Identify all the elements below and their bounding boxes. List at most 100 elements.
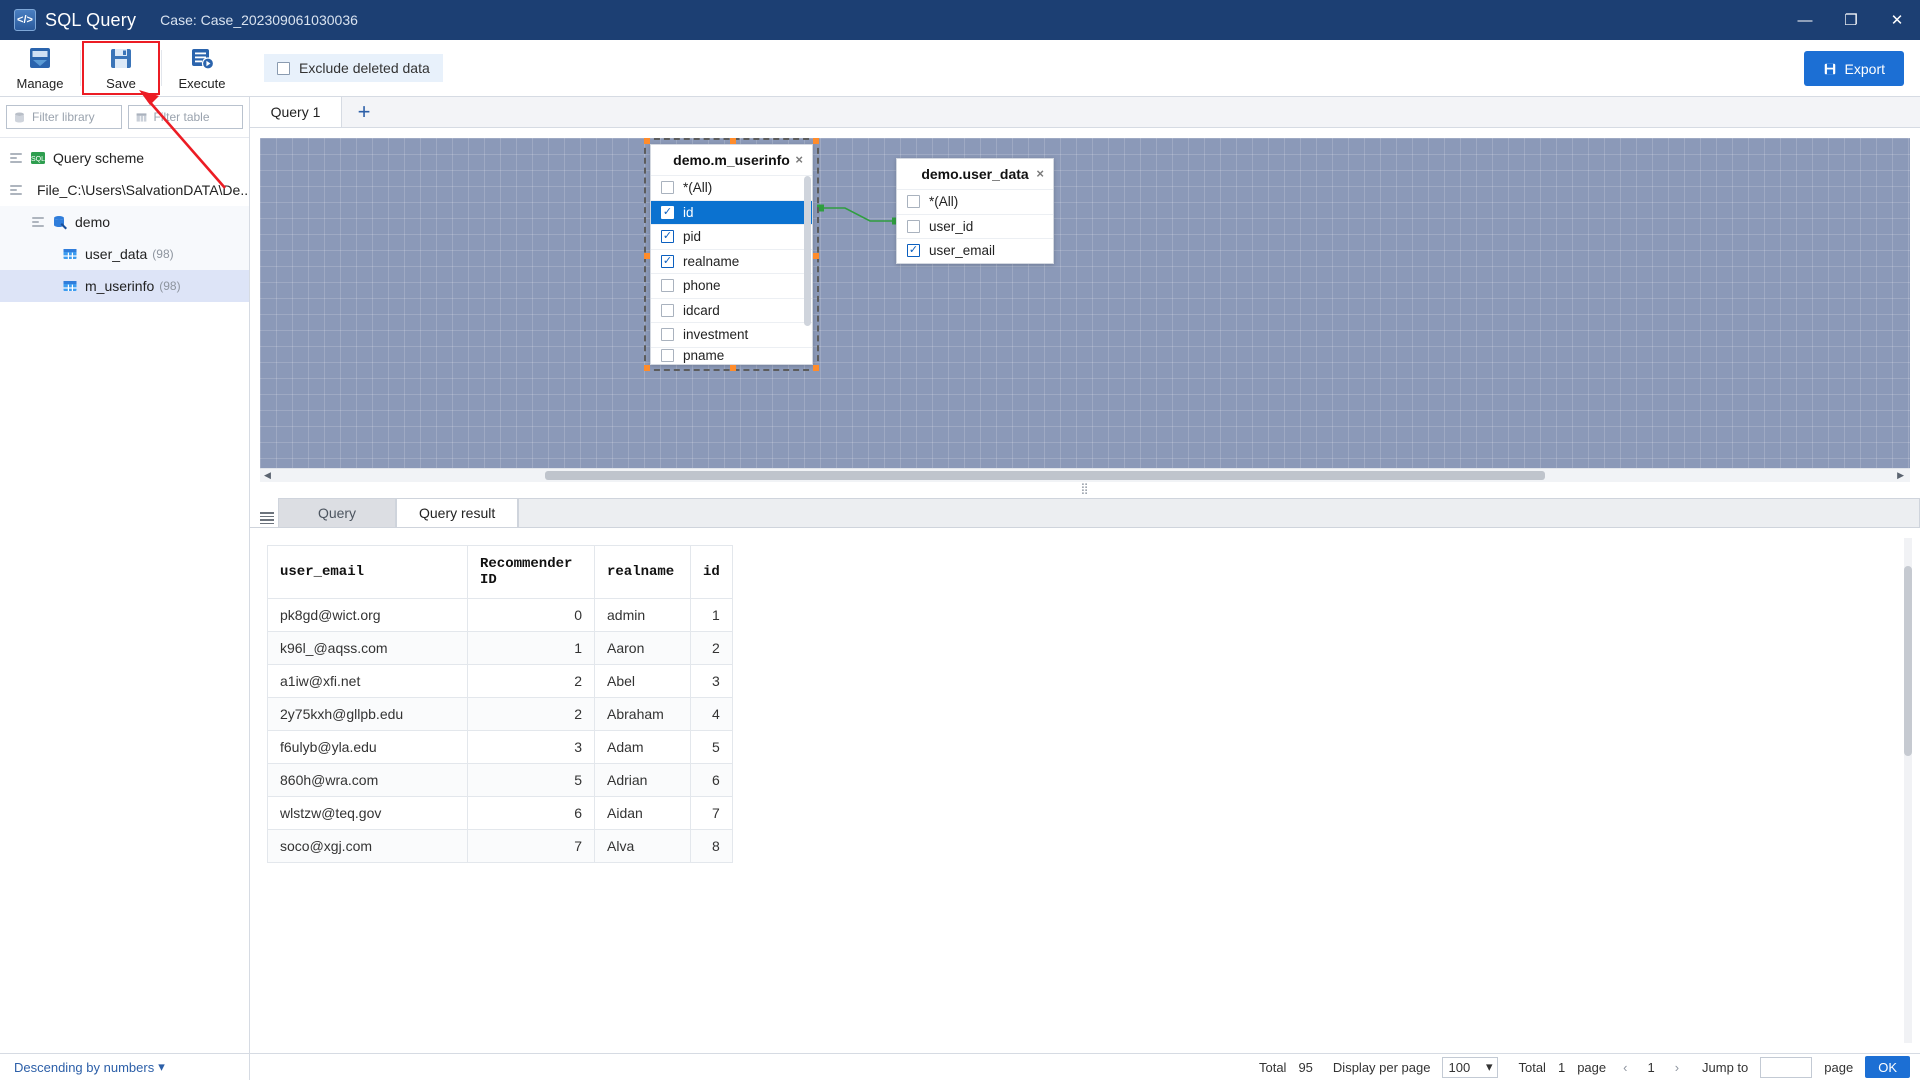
- jump-to-input[interactable]: [1760, 1056, 1813, 1078]
- designer-table-user-data[interactable]: demo.user_data × *(All) user_id ✓ user_e…: [896, 158, 1054, 264]
- resize-handle-tr[interactable]: [813, 138, 819, 144]
- prev-page-icon[interactable]: ‹: [1618, 1060, 1632, 1075]
- field-row[interactable]: *(All): [651, 175, 812, 200]
- tree-label: m_userinfo: [85, 278, 155, 294]
- table-row[interactable]: soco@xgj.com 7 Alva 8: [267, 829, 733, 863]
- column-header-id[interactable]: id: [690, 545, 733, 599]
- field-checkbox[interactable]: ✓: [907, 244, 920, 258]
- field-checkbox[interactable]: [907, 219, 920, 233]
- exclude-deleted-checkbox[interactable]: [277, 61, 290, 75]
- add-query-tab-button[interactable]: +: [342, 96, 386, 127]
- scroll-thumb[interactable]: [1904, 566, 1912, 756]
- tree-item-demo[interactable]: demo: [0, 206, 249, 238]
- column-header-user-email[interactable]: user_email: [267, 545, 468, 599]
- table-row[interactable]: wlstzw@teq.gov 6 Aidan 7: [267, 796, 733, 830]
- table-row[interactable]: 860h@wra.com 5 Adrian 6: [267, 763, 733, 797]
- database-icon: [15, 111, 24, 123]
- field-checkbox[interactable]: ✓: [661, 230, 674, 244]
- ok-button[interactable]: OK: [1865, 1056, 1910, 1078]
- cell-recommender-id: 6: [467, 796, 595, 830]
- resize-handle-tm[interactable]: [730, 138, 736, 144]
- field-row[interactable]: ✓ user_email: [897, 238, 1053, 263]
- resize-handle-ml[interactable]: [644, 253, 650, 259]
- field-row[interactable]: ✓ realname: [651, 248, 812, 274]
- save-button[interactable]: Save: [81, 40, 161, 96]
- field-row[interactable]: *(All): [897, 189, 1053, 214]
- page-suffix-label: page: [1824, 1059, 1854, 1075]
- close-icon[interactable]: ×: [1036, 166, 1044, 181]
- collapse-toggle-icon-3[interactable]: [30, 214, 46, 230]
- field-checkbox[interactable]: ✓: [661, 205, 674, 219]
- field-checkbox[interactable]: [661, 279, 674, 293]
- scroll-left-icon[interactable]: ◀: [260, 470, 275, 481]
- table-row[interactable]: a1iw@xfi.net 2 Abel 3: [267, 664, 733, 698]
- display-per-page-label: Display per page: [1332, 1059, 1431, 1075]
- manage-button[interactable]: Manage: [0, 40, 80, 96]
- app-title: SQL Query: [45, 9, 137, 30]
- minimize-icon[interactable]: —: [1782, 0, 1828, 40]
- field-checkbox[interactable]: [661, 181, 674, 195]
- exclude-deleted-data-option[interactable]: Exclude deleted data: [264, 54, 443, 82]
- chevron-down-icon[interactable]: ▾: [158, 1059, 165, 1075]
- result-vertical-scrollbar[interactable]: [1904, 538, 1912, 1043]
- sort-order-control[interactable]: Descending by numbers ▾: [0, 1053, 250, 1080]
- tree-item-query-scheme[interactable]: SQL Query scheme: [0, 142, 249, 174]
- field-row[interactable]: idcard: [651, 297, 812, 323]
- column-header-recommender-id[interactable]: Recommender ID: [467, 545, 595, 599]
- drag-handle-icon[interactable]: [260, 509, 274, 527]
- query-designer-canvas[interactable]: demo.m_userinfo × *(All) ✓ id ✓ pid ✓ re…: [260, 138, 1910, 468]
- column-header-realname[interactable]: realname: [594, 545, 691, 599]
- current-page[interactable]: 1: [1644, 1060, 1657, 1075]
- collapse-toggle-icon-2[interactable]: [8, 182, 24, 198]
- scroll-right-icon[interactable]: ▶: [1893, 470, 1908, 481]
- splitter-grip[interactable]: ⣿: [260, 482, 1910, 496]
- canvas-horizontal-scrollbar[interactable]: ◀ ▶: [260, 468, 1910, 482]
- cell-recommender-id: 0: [467, 598, 595, 632]
- field-checkbox[interactable]: [907, 195, 920, 209]
- resize-handle-mr[interactable]: [813, 253, 819, 259]
- filter-table-input[interactable]: Filter table: [127, 105, 243, 129]
- table-row[interactable]: pk8gd@wict.org 0 admin 1: [267, 598, 733, 632]
- tree-count: (98): [159, 279, 181, 293]
- field-label: phone: [683, 278, 721, 294]
- resize-handle-bm[interactable]: [730, 364, 736, 371]
- tree-item-file-path[interactable]: File_C:\Users\SalvationDATA\De...: [0, 174, 249, 206]
- next-page-icon[interactable]: ›: [1670, 1060, 1684, 1075]
- total-label: Total: [1258, 1059, 1287, 1075]
- tab-query-1[interactable]: Query 1: [250, 96, 342, 127]
- close-icon[interactable]: ✕: [1874, 0, 1920, 40]
- resize-handle-br[interactable]: [813, 364, 819, 371]
- table-row[interactable]: f6ulyb@yla.edu 3 Adam 5: [267, 730, 733, 764]
- table-header-row: user_email Recommender ID realname id: [267, 545, 733, 599]
- export-button[interactable]: Export: [1803, 51, 1904, 86]
- field-row[interactable]: ✓ pid: [651, 224, 812, 249]
- close-icon[interactable]: ×: [795, 152, 803, 167]
- field-row[interactable]: user_id: [897, 213, 1053, 239]
- field-row[interactable]: pname: [651, 346, 812, 364]
- field-row[interactable]: ✓ id: [651, 199, 812, 224]
- table-row[interactable]: k96l_@aqss.com 1 Aaron 2: [267, 631, 733, 665]
- filter-library-input[interactable]: Filter library: [6, 105, 122, 129]
- tab-query[interactable]: Query: [278, 498, 396, 527]
- resize-handle-tl[interactable]: [644, 138, 650, 144]
- per-page-select[interactable]: 100 ▾: [1442, 1056, 1499, 1078]
- field-checkbox[interactable]: [661, 303, 674, 317]
- collapse-toggle-icon[interactable]: [8, 150, 24, 166]
- designer-table-title-text: demo.user_data: [921, 166, 1029, 182]
- content-area: Query 1 + demo.m_userinfo × *(All) ✓ id …: [250, 96, 1920, 1053]
- maximize-icon[interactable]: ❐: [1828, 0, 1874, 40]
- field-row[interactable]: phone: [651, 273, 812, 298]
- tab-query-result[interactable]: Query result: [396, 498, 519, 527]
- resize-handle-bl[interactable]: [644, 364, 650, 371]
- tree-item-user-data[interactable]: user_data (98): [0, 238, 249, 270]
- table-row[interactable]: 2y75kxh@gllpb.edu 2 Abraham 4: [267, 697, 733, 731]
- designer-table-scrollbar[interactable]: [804, 176, 811, 326]
- field-checkbox[interactable]: ✓: [661, 254, 674, 268]
- designer-table-m-userinfo[interactable]: demo.m_userinfo × *(All) ✓ id ✓ pid ✓ re…: [644, 138, 819, 371]
- tree-item-m-userinfo[interactable]: m_userinfo (98): [0, 270, 249, 302]
- scroll-thumb[interactable]: [545, 471, 1545, 480]
- field-checkbox[interactable]: [661, 328, 674, 342]
- field-checkbox[interactable]: [661, 349, 674, 362]
- execute-button[interactable]: Execute: [162, 40, 242, 96]
- field-row[interactable]: investment: [651, 322, 812, 347]
